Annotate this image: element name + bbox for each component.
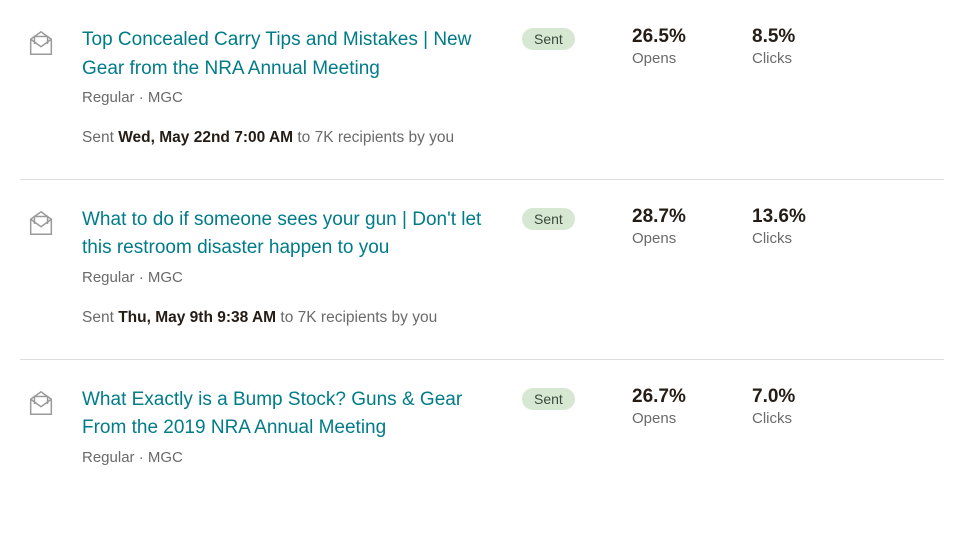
status-badge: Sent <box>522 28 575 50</box>
sent-prefix: Sent <box>82 309 118 326</box>
opens-value: 26.5% <box>632 26 732 48</box>
campaign-type-line: Regular · MGC <box>82 449 492 466</box>
opens-value: 28.7% <box>632 206 732 228</box>
campaign-type-line: Regular · MGC <box>82 89 492 106</box>
clicks-value: 8.5% <box>752 26 852 48</box>
clicks-value: 7.0% <box>752 386 852 408</box>
campaign-info: What Exactly is a Bump Stock? Guns & Gea… <box>82 386 502 466</box>
sent-suffix: to 7K recipients by you <box>293 129 454 146</box>
mail-open-icon <box>26 208 56 238</box>
opens-label: Opens <box>632 230 732 247</box>
clicks-value: 13.6% <box>752 206 852 228</box>
campaign-row: What to do if someone sees your gun | Do… <box>20 180 944 360</box>
campaign-list: Top Concealed Carry Tips and Mistakes | … <box>0 0 964 494</box>
campaign-type-icon-cell <box>20 206 62 238</box>
opens-stat: 28.7% Opens <box>632 206 732 247</box>
campaign-title-link[interactable]: Top Concealed Carry Tips and Mistakes | … <box>82 29 471 79</box>
clicks-label: Clicks <box>752 50 852 67</box>
opens-stat: 26.7% Opens <box>632 386 732 427</box>
sent-datetime: Thu, May 9th 9:38 AM <box>118 309 276 326</box>
clicks-stat: 8.5% Clicks <box>752 26 852 67</box>
opens-value: 26.7% <box>632 386 732 408</box>
opens-label: Opens <box>632 410 732 427</box>
campaign-row: What Exactly is a Bump Stock? Guns & Gea… <box>20 360 944 494</box>
status-cell: Sent <box>522 206 612 230</box>
campaign-info: Top Concealed Carry Tips and Mistakes | … <box>82 26 502 151</box>
opens-stat: 26.5% Opens <box>632 26 732 67</box>
campaign-info: What to do if someone sees your gun | Do… <box>82 206 502 331</box>
opens-label: Opens <box>632 50 732 67</box>
mail-open-icon <box>26 28 56 58</box>
campaign-type-icon-cell <box>20 386 62 418</box>
campaign-sent-line: Sent Wed, May 22nd 7:00 AM to 7K recipie… <box>82 126 492 151</box>
status-badge: Sent <box>522 388 575 410</box>
campaign-sent-line: Sent Thu, May 9th 9:38 AM to 7K recipien… <box>82 306 492 331</box>
campaign-type-icon-cell <box>20 26 62 58</box>
status-badge: Sent <box>522 208 575 230</box>
clicks-label: Clicks <box>752 230 852 247</box>
sent-suffix: to 7K recipients by you <box>276 309 437 326</box>
campaign-title-link[interactable]: What Exactly is a Bump Stock? Guns & Gea… <box>82 389 462 439</box>
clicks-stat: 7.0% Clicks <box>752 386 852 427</box>
campaign-title-link[interactable]: What to do if someone sees your gun | Do… <box>82 209 481 259</box>
campaign-row: Top Concealed Carry Tips and Mistakes | … <box>20 0 944 180</box>
status-cell: Sent <box>522 386 612 410</box>
sent-prefix: Sent <box>82 129 118 146</box>
campaign-type-line: Regular · MGC <box>82 269 492 286</box>
sent-datetime: Wed, May 22nd 7:00 AM <box>118 129 293 146</box>
clicks-label: Clicks <box>752 410 852 427</box>
status-cell: Sent <box>522 26 612 50</box>
clicks-stat: 13.6% Clicks <box>752 206 852 247</box>
mail-open-icon <box>26 388 56 418</box>
